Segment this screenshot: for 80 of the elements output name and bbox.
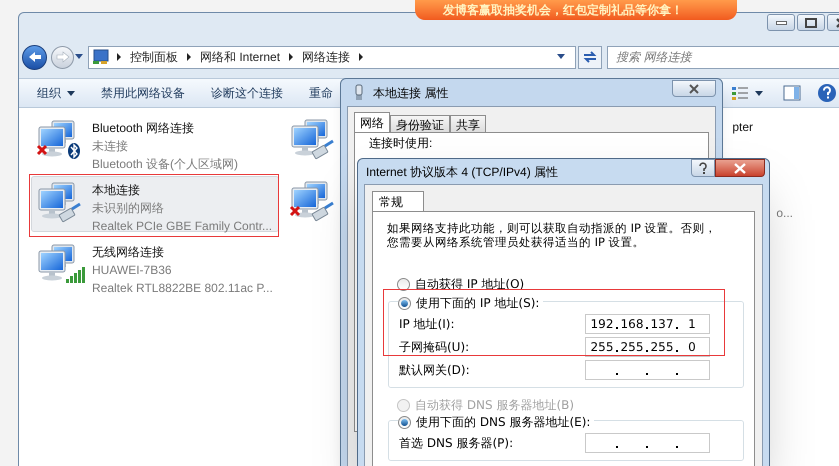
radio-label: 自动获得 IP 地址(O) bbox=[415, 276, 524, 293]
tab[interactable]: 网络 bbox=[354, 112, 390, 132]
connection-item[interactable]: 本地连接 未识别的网络 Realtek PCIe GBE Family Contr... bbox=[31, 176, 279, 232]
radio-label: 使用下面的 DNS 服务器地址(E): bbox=[416, 414, 590, 431]
toolbar-button[interactable]: 组织 bbox=[37, 84, 75, 102]
radio-label: 使用下面的 IP 地址(S): bbox=[416, 295, 540, 312]
connection-item[interactable]: 无线网络连接 HUAWEI-7B36 Realtek RTL8822BE 802.11ac P... bbox=[31, 238, 279, 294]
radio-button[interactable] bbox=[397, 278, 410, 290]
field-label: 子网掩码(U): bbox=[399, 338, 470, 356]
tab[interactable]: 身份验证 bbox=[390, 115, 450, 132]
connection-name: 本地连接 bbox=[92, 182, 141, 199]
maximize-icon bbox=[805, 18, 817, 28]
connection-device: Realtek PCIe GBE Family Contr... bbox=[92, 218, 272, 235]
octet-value: 137 bbox=[650, 316, 674, 332]
close-button[interactable] bbox=[672, 80, 716, 97]
dropdown-caret-icon bbox=[755, 90, 763, 96]
view-options-icon bbox=[731, 85, 749, 101]
help-button[interactable] bbox=[691, 159, 715, 177]
ip-address-field[interactable] bbox=[585, 432, 710, 452]
ip-address-field[interactable] bbox=[585, 360, 710, 380]
minimize-button[interactable] bbox=[767, 14, 795, 31]
field-label: 首选 DNS 服务器(P): bbox=[399, 434, 514, 452]
connection-status: HUAWEI-7B36 bbox=[92, 262, 173, 279]
breadcrumb-item[interactable]: 控制面板 bbox=[127, 48, 181, 66]
radio-button[interactable] bbox=[398, 416, 411, 428]
banner-text: 发博客赢取抽奖机会，红包定制礼品等你拿！ bbox=[443, 2, 683, 19]
address-bar[interactable]: 控制面板 网络和 Internet 网络连接 bbox=[88, 46, 576, 68]
field-label: 默认网关(D): bbox=[399, 362, 471, 378]
forward-arrow-icon bbox=[56, 51, 70, 63]
back-button[interactable] bbox=[22, 44, 47, 70]
field-label: IP 地址(I): bbox=[399, 316, 456, 332]
dropdown-caret-icon bbox=[67, 90, 75, 96]
close-icon bbox=[733, 162, 747, 174]
toolbar-button[interactable]: 重命 bbox=[309, 84, 333, 102]
refresh-icon bbox=[582, 50, 598, 64]
history-dropdown-icon bbox=[75, 54, 83, 60]
radio-label: 自动获得 DNS 服务器地址(B) bbox=[415, 397, 574, 414]
help-icon bbox=[817, 83, 837, 103]
back-arrow-icon bbox=[28, 51, 42, 63]
ip-address-field[interactable]: 192 168 137 1 bbox=[585, 314, 710, 334]
dialog-title: Internet 协议版本 4 (TCP/IPv4) 属性 bbox=[366, 164, 558, 180]
close-icon bbox=[688, 84, 700, 94]
toolbar-button[interactable]: 禁用此网络设备 bbox=[101, 84, 185, 102]
refresh-button[interactable] bbox=[578, 46, 602, 68]
connect-using-label: 连接时使用: bbox=[369, 136, 432, 150]
question-mark-icon bbox=[698, 162, 708, 174]
address-dropdown-icon bbox=[557, 54, 567, 60]
preview-pane-icon bbox=[783, 85, 801, 101]
connection-device: Bluetooth 设备(个人区域网) bbox=[92, 156, 238, 173]
connection-text: pter bbox=[732, 119, 753, 136]
octet-value: 255 bbox=[650, 338, 674, 356]
description-text: 如果网络支持此功能，则可以获取自动指派的 IP 设置。否则，您需要从网络系统管理员处获得适当的 IP 设置。 bbox=[387, 221, 718, 249]
connection-status: 未识别的网络 bbox=[92, 200, 165, 217]
connection-device: Realtek RTL8822BE 802.11ac P... bbox=[92, 280, 273, 297]
tab[interactable]: 常规 bbox=[372, 191, 424, 211]
connection-item[interactable]: Bluetooth 网络连接 未连接 Bluetooth 设备(个人区域网) bbox=[31, 114, 279, 170]
octet-value: 255 bbox=[590, 338, 614, 356]
octet-value: 168 bbox=[620, 316, 644, 332]
minimize-icon bbox=[776, 20, 786, 24]
breadcrumb-item[interactable]: 网络连接 bbox=[299, 48, 354, 66]
view-button[interactable] bbox=[731, 85, 763, 101]
maximize-button[interactable] bbox=[797, 14, 825, 31]
breadcrumb-item[interactable]: 网络和 Internet bbox=[197, 48, 284, 66]
close-button[interactable] bbox=[715, 159, 765, 177]
network-plug-icon bbox=[353, 84, 365, 102]
tab[interactable]: 共享 bbox=[450, 115, 486, 132]
search-field[interactable]: 搜索 网络连接 bbox=[607, 46, 839, 68]
octet-value: 0 bbox=[687, 338, 697, 356]
ip-address-field[interactable]: 255 255 255 0 bbox=[585, 336, 710, 356]
octet-value: 255 bbox=[620, 338, 644, 356]
connection-name: Bluetooth 网络连接 bbox=[92, 120, 196, 137]
radio-button[interactable] bbox=[398, 296, 411, 310]
control-panel-icon bbox=[91, 48, 111, 66]
connection-name: 无线网络连接 bbox=[92, 244, 165, 261]
toolbar-button[interactable]: 诊断这个连接 bbox=[211, 84, 283, 102]
dialog-title: 本地连接 属性 bbox=[373, 84, 448, 102]
connection-text: o... bbox=[776, 205, 793, 222]
connection-status: 未连接 bbox=[92, 138, 129, 155]
octet-value: 192 bbox=[590, 316, 614, 332]
octet-value: 1 bbox=[687, 316, 697, 332]
